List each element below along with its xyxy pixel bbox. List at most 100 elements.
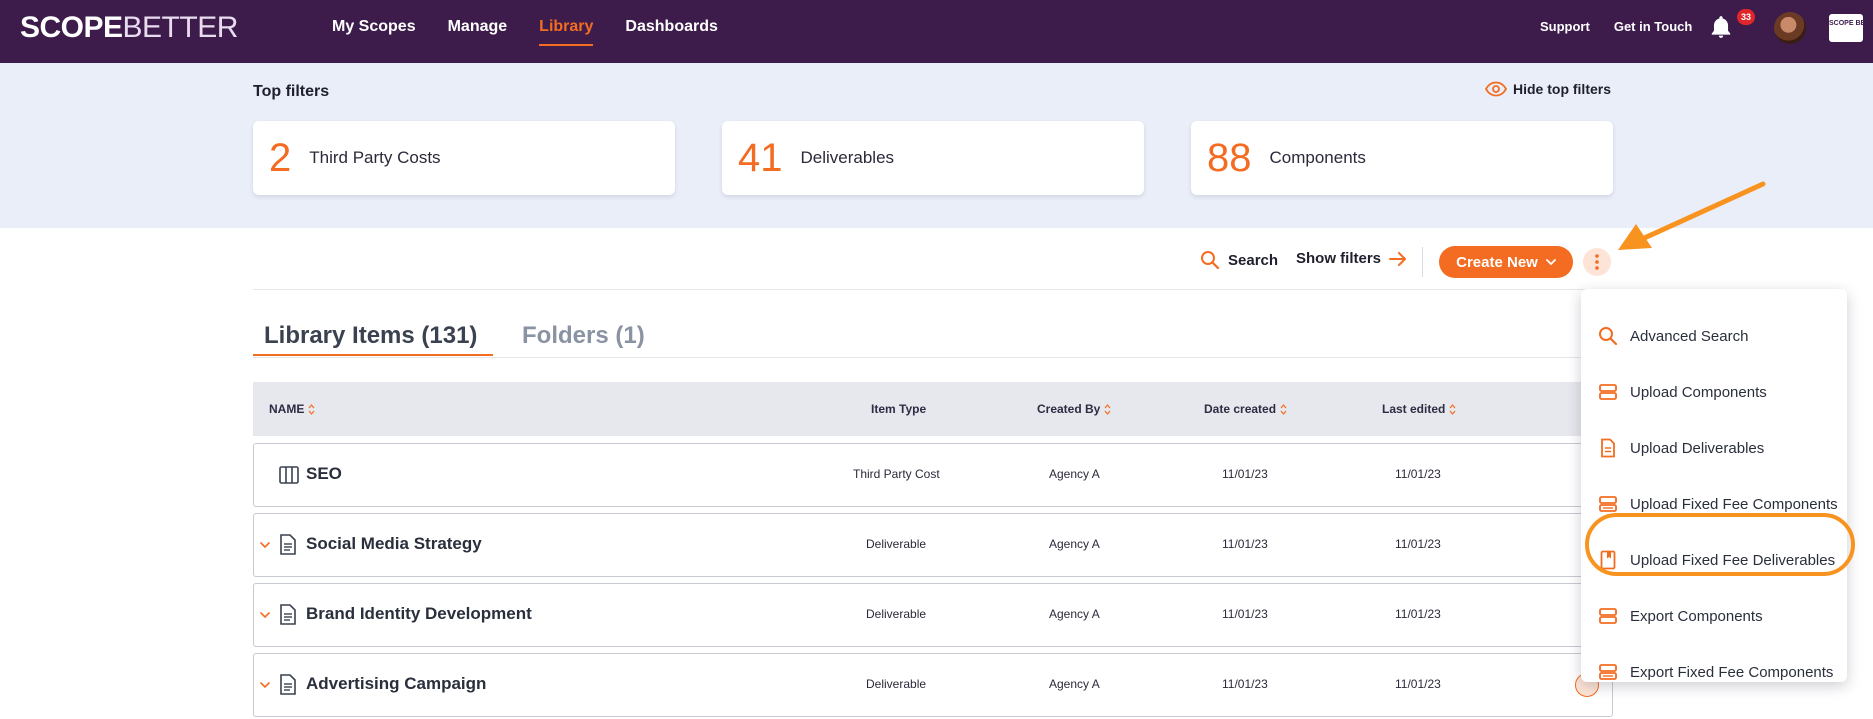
row-name[interactable]: Advertising Campaign: [306, 674, 486, 694]
more-options-menu: Advanced Search Upload Components Upload…: [1581, 289, 1847, 682]
document-icon: [280, 674, 296, 695]
stat-label: Third Party Costs: [309, 148, 441, 167]
document-icon: [280, 534, 296, 555]
scopebetter-logo[interactable]: SCOPEBETTER: [20, 11, 238, 45]
stat-label: Components: [1269, 148, 1366, 167]
deliverables-card[interactable]: 41 Deliverables: [722, 121, 1144, 195]
menu-item-label: Advanced Search: [1630, 327, 1749, 345]
row-created-by: Agency A: [1049, 467, 1100, 481]
top-navigation-bar: SCOPEBETTER My Scopes Manage Library Das…: [0, 0, 1873, 63]
column-header-label: Created By: [1037, 402, 1101, 416]
row-date-created: 11/01/23: [1222, 607, 1268, 621]
column-header-label: Date created: [1204, 402, 1277, 416]
get-in-touch-link[interactable]: Get in Touch: [1614, 19, 1692, 34]
fixed-fee-stack-icon: [1599, 496, 1617, 512]
arrow-right-icon: [1389, 251, 1407, 266]
stat-label: Deliverables: [800, 148, 895, 167]
hide-top-filters-label: Hide top filters: [1513, 81, 1612, 97]
column-header-label: Item Type: [871, 402, 927, 416]
stat-count: 2: [269, 136, 292, 180]
show-filters-button[interactable]: Show filters: [1296, 250, 1407, 267]
user-avatar[interactable]: [1774, 12, 1806, 44]
hide-top-filters-button[interactable]: Hide top filters: [1485, 81, 1611, 97]
nav-my-scopes[interactable]: My Scopes: [332, 18, 416, 46]
search-label: Search: [1228, 251, 1279, 269]
tabs-divider-line: [253, 357, 1613, 358]
menu-item-label: Upload Deliverables: [1630, 439, 1765, 457]
row-created-by: Agency A: [1049, 677, 1100, 691]
row-name[interactable]: Social Media Strategy: [306, 534, 482, 554]
column-header-last-edited[interactable]: Last edited: [1382, 402, 1456, 416]
nav-dashboards[interactable]: Dashboards: [625, 18, 717, 46]
chevron-down-icon: [1545, 258, 1556, 265]
tab-library-items[interactable]: Library Items (131): [264, 322, 477, 350]
document-icon: [280, 604, 296, 625]
row-item-type: Deliverable: [866, 677, 927, 691]
top-filters-title: Top filters: [253, 83, 330, 100]
column-header-date-created[interactable]: Date created: [1204, 402, 1287, 416]
document-icon: [1601, 438, 1615, 458]
column-header-created-by[interactable]: Created By: [1037, 402, 1111, 416]
menu-item-export-fixed-fee-components[interactable]: Export Fixed Fee Components: [1581, 652, 1847, 692]
sort-icon: [308, 403, 315, 415]
nav-manage[interactable]: Manage: [448, 18, 508, 46]
main-nav: My Scopes Manage Library Dashboards: [332, 18, 750, 46]
row-item-type: Deliverable: [866, 607, 927, 621]
company-logo[interactable]: SCOPE BETTER: [1829, 14, 1863, 42]
search-icon: [1201, 251, 1220, 270]
row-last-edited: 11/01/23: [1395, 467, 1441, 481]
notifications-bell-icon[interactable]: [1708, 14, 1734, 40]
components-card[interactable]: 88 Components: [1191, 121, 1613, 195]
logo-text-bold: SCOPE: [20, 11, 123, 44]
nav-library[interactable]: Library: [539, 18, 594, 46]
show-filters-label: Show filters: [1296, 250, 1382, 267]
active-tab-indicator: [253, 354, 493, 356]
row-item-type: Deliverable: [866, 537, 927, 551]
column-header-label: Last edited: [1382, 402, 1446, 416]
row-created-by: Agency A: [1049, 537, 1100, 551]
chevron-down-icon[interactable]: [260, 542, 270, 549]
create-new-button[interactable]: Create New: [1439, 246, 1573, 278]
row-date-created: 11/01/23: [1222, 677, 1268, 691]
annotation-arrow-icon: [1618, 181, 1766, 250]
stat-count: 41: [738, 136, 783, 180]
row-created-by: Agency A: [1049, 607, 1100, 621]
sort-icon: [1449, 403, 1456, 415]
column-header-name[interactable]: NAME: [269, 402, 315, 416]
chevron-down-icon[interactable]: [260, 612, 270, 619]
row-date-created: 11/01/23: [1222, 467, 1268, 481]
toolbar-divider: [1422, 247, 1423, 277]
notification-count-badge: 33: [1737, 9, 1755, 25]
kebab-menu-icon: [1595, 254, 1599, 270]
stack-icon: [1599, 608, 1617, 624]
column-header-item-type: Item Type: [871, 402, 926, 416]
menu-item-label: Upload Components: [1630, 383, 1767, 401]
row-date-created: 11/01/23: [1222, 537, 1268, 551]
menu-item-label: Export Components: [1630, 607, 1763, 625]
menu-item-upload-deliverables[interactable]: Upload Deliverables: [1581, 428, 1847, 468]
sort-icon: [1280, 403, 1287, 415]
search-button[interactable]: Search: [1200, 250, 1278, 270]
sort-icon: [1104, 403, 1111, 415]
tab-folders[interactable]: Folders (1): [522, 322, 645, 350]
search-icon: [1599, 327, 1618, 346]
row-name[interactable]: Brand Identity Development: [306, 604, 532, 624]
row-name[interactable]: SEO: [306, 464, 342, 484]
menu-item-label: Upload Fixed Fee Components: [1630, 495, 1838, 513]
row-item-type: Third Party Cost: [853, 467, 940, 481]
menu-item-upload-components[interactable]: Upload Components: [1581, 372, 1847, 412]
logo-text-thin: BETTER: [122, 11, 239, 44]
menu-item-export-components[interactable]: Export Components: [1581, 596, 1847, 636]
row-last-edited: 11/01/23: [1395, 537, 1441, 551]
stack-icon: [1599, 384, 1617, 400]
eye-icon: [1485, 81, 1507, 97]
create-new-label: Create New: [1456, 253, 1538, 271]
menu-item-advanced-search[interactable]: Advanced Search: [1581, 316, 1847, 356]
row-last-edited: 11/01/23: [1395, 677, 1441, 691]
support-link[interactable]: Support: [1540, 19, 1590, 34]
row-last-edited: 11/01/23: [1395, 607, 1441, 621]
third-party-costs-card[interactable]: 2 Third Party Costs: [253, 121, 675, 195]
toolbar-divider-line: [253, 289, 1613, 290]
highlight-annotation-ring: [1585, 513, 1855, 576]
chevron-down-icon[interactable]: [260, 682, 270, 689]
